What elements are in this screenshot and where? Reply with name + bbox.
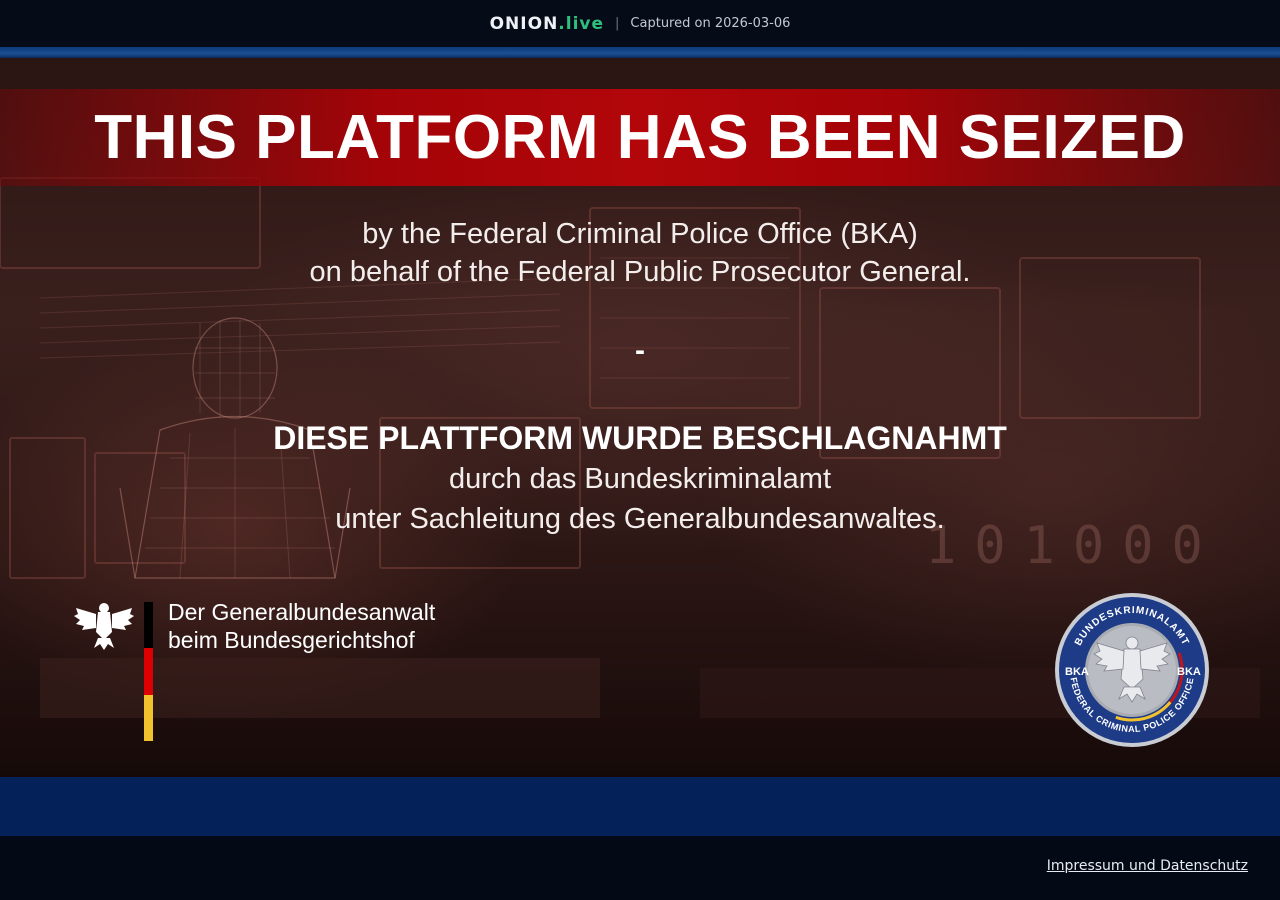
- gba-name-line2: beim Bundesgerichtshof: [168, 627, 415, 653]
- german-flag-stripe: [144, 602, 153, 741]
- onion-live-logo[interactable]: ONION.live: [490, 14, 604, 34]
- federal-eagle-icon: [74, 603, 134, 650]
- footer: Impressum und Datenschutz: [0, 836, 1280, 900]
- bottom-blue-band: [0, 777, 1280, 836]
- generalbundesanwalt-logo: Der Generalbundesanwalt beim Bundesgeric…: [74, 598, 454, 748]
- top-blue-strip: [0, 47, 1280, 58]
- german-line-1: durch das Bundeskriminalamt: [448, 463, 831, 495]
- bka-seal-logo: BUNDESKRIMINALAMT FEDERAL CRIMINAL POLIC…: [1055, 593, 1209, 747]
- brand-separator: |: [615, 16, 620, 31]
- capture-date: Captured on 2026-03-06: [630, 16, 791, 31]
- brand-main: ONION: [489, 13, 559, 34]
- gba-name-line1: Der Generalbundesanwalt: [168, 599, 436, 625]
- impressum-link[interactable]: Impressum und Datenschutz: [1047, 858, 1248, 874]
- german-line-2: unter Sachleitung des Generalbundesanwal…: [335, 503, 945, 535]
- seizure-banner: 101000 THIS PLATFORM HAS BEEN SEIZED by …: [0, 58, 1280, 777]
- gba-name: Der Generalbundesanwalt beim Bundesgeric…: [168, 598, 435, 654]
- english-line-1: by the Federal Criminal Police Office (B…: [362, 218, 918, 250]
- bka-seal-left: BKA: [1065, 666, 1089, 678]
- english-line-2: on behalf of the Federal Public Prosecut…: [309, 256, 971, 288]
- german-title: DIESE PLATTFORM WURDE BESCHLAGNAHMT: [273, 420, 1007, 456]
- capture-bar: ONION.live | Captured on 2026-03-06: [0, 0, 1280, 47]
- bka-seal-right: BKA: [1177, 666, 1201, 678]
- language-divider: -: [635, 334, 645, 367]
- seized-title: THIS PLATFORM HAS BEEN SEIZED: [94, 103, 1186, 172]
- brand-suffix: .live: [558, 13, 605, 34]
